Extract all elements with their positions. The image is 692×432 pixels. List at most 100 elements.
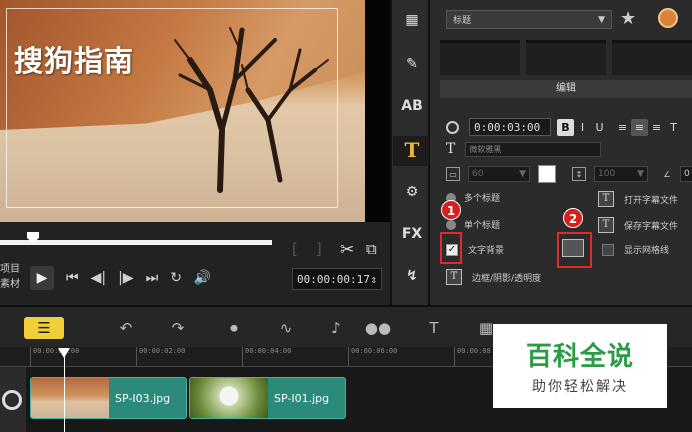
go-start-icon[interactable]: ⏮	[66, 270, 79, 286]
volume-icon[interactable]: 🔊	[194, 270, 211, 286]
clip-thumbnail	[31, 378, 109, 418]
preview-side-strip	[365, 0, 390, 222]
font-type-icon: T	[446, 141, 456, 157]
step-badge-2: 2	[563, 208, 583, 228]
italic-button[interactable]: I	[574, 119, 591, 136]
font-value: 微软雅黑	[469, 144, 502, 154]
mode-clip-label[interactable]: 素材	[0, 277, 20, 292]
multi-title-label: 多个标题	[464, 194, 501, 204]
spinner-icon[interactable]: ⇕	[370, 273, 377, 286]
timeline-clip[interactable]: SP-I03.jpg	[30, 377, 187, 419]
preset-dropdown[interactable]: 标题 ▼	[446, 10, 612, 29]
playhead-line	[64, 356, 65, 432]
font-field[interactable]: 微软雅黑	[465, 141, 602, 157]
preset-thumb[interactable]	[526, 40, 606, 75]
sound-mixer-icon[interactable]: ∿	[270, 317, 302, 339]
timeline-clip[interactable]: SP-I01.jpg	[189, 377, 346, 419]
font-row: T 微软雅黑	[446, 141, 602, 157]
redo-icon[interactable]: ↷	[162, 317, 194, 339]
duration-field[interactable]: 0:00:03:00	[469, 118, 551, 136]
rotate-icon: ∠	[663, 169, 671, 179]
line-spacing-field[interactable]: 100 ▼	[594, 166, 648, 182]
vertical-text-button[interactable]: T	[665, 119, 682, 136]
video-editor-window: 搜狗指南 [ ] ✂ ⧉ 项目 素材 ▶ ⏮ ◀| |▶ ⏭ ↻ 🔊 00:00…	[0, 0, 692, 432]
show-grid-checkbox[interactable]	[602, 243, 614, 256]
record-capture-icon[interactable]: ⏺	[218, 317, 250, 339]
favorite-star-icon[interactable]: ★	[620, 8, 636, 29]
show-grid-label: 显示网格线	[624, 246, 670, 256]
single-title-row: 单个标题	[446, 218, 500, 231]
media-icon[interactable]: ▦	[398, 6, 426, 34]
preview-video: 搜狗指南	[0, 0, 365, 222]
ruler-tick: 00:00:08	[454, 347, 491, 367]
font-size-value: 60	[472, 169, 484, 179]
path-icon[interactable]: ↯	[398, 262, 426, 290]
chevron-down-icon: ▼	[598, 14, 605, 25]
open-subtitle-icon[interactable]: T	[598, 191, 614, 207]
border-shadow-row: T 边框/阴影/透明度	[446, 269, 541, 285]
ruler-tick: 00:00:00:00	[30, 347, 79, 367]
clip-thumbnail	[190, 378, 268, 418]
underline-button[interactable]: U	[591, 119, 608, 136]
scrubber-track[interactable]	[0, 240, 272, 245]
transport-controls: ▶ ⏮ ◀| |▶ ⏭ ↻ 🔊	[30, 266, 211, 290]
prev-frame-icon[interactable]: ◀|	[91, 270, 106, 286]
align-right-button[interactable]: ≡	[648, 119, 665, 136]
repeat-icon[interactable]: ↻	[170, 270, 182, 286]
font-size-icon: ▭	[446, 167, 460, 181]
duration-value: 0:00:03:00	[474, 120, 541, 134]
mode-project-label[interactable]: 项目	[0, 262, 20, 277]
timecode-field[interactable]: 00:00:00:17 ⇕	[292, 268, 382, 290]
clip-label: SP-I03.jpg	[115, 391, 171, 405]
fx-icon[interactable]: FX	[398, 220, 426, 248]
preset-thumb[interactable]	[440, 40, 520, 75]
text-background-label: 文字背景	[468, 246, 505, 256]
single-title-radio[interactable]	[446, 219, 456, 230]
clock-icon	[446, 120, 459, 134]
step-badge-1: 1	[441, 200, 461, 220]
timecode-value: 00:00:00:17	[297, 272, 370, 286]
rotation-field[interactable]: 0	[680, 166, 692, 182]
film-reel-icon[interactable]	[2, 390, 22, 410]
open-subtitle-label[interactable]: 打开字幕文件	[624, 193, 678, 206]
border-shadow-label[interactable]: 边框/阴影/透明度	[472, 271, 541, 284]
line-spacing-value: 100	[598, 169, 616, 179]
graphics-icon[interactable]: ⚙	[398, 178, 426, 206]
font-color-swatch[interactable]	[538, 165, 556, 183]
copy-icon[interactable]: ⧉	[366, 240, 377, 258]
subtitle-editor-icon[interactable]: T	[418, 317, 450, 339]
play-icon[interactable]: ▶	[30, 266, 54, 290]
undo-icon[interactable]: ↶	[110, 317, 142, 339]
preset-thumb[interactable]	[612, 40, 692, 75]
single-title-label: 单个标题	[464, 221, 501, 231]
motion-tracking-icon[interactable]: ●●	[362, 317, 394, 339]
border-shadow-icon[interactable]: T	[446, 269, 462, 285]
next-frame-icon[interactable]: |▶	[118, 270, 133, 286]
save-subtitle-label[interactable]: 保存字幕文件	[624, 219, 678, 232]
font-size-field[interactable]: 60 ▼	[468, 166, 530, 182]
align-left-button[interactable]: ≡	[614, 119, 631, 136]
ruler-tick: 00:00:06:00	[348, 347, 397, 367]
tab-edit[interactable]: 编辑	[440, 80, 692, 98]
align-center-button[interactable]: ≡	[631, 118, 648, 136]
title-options-panel: 标题 ▼ ★ 编辑 0:00:03:00 B I U ≡ ≡ ≡ T T 微软雅…	[430, 0, 692, 305]
preview-panel: 搜狗指南 [ ] ✂ ⧉ 项目 素材 ▶ ⏮ ◀| |▶ ⏭ ↻ 🔊 00:00…	[0, 0, 390, 305]
auto-music-icon[interactable]: ♪	[320, 317, 352, 339]
transition-icon[interactable]: AB	[398, 92, 426, 120]
storyboard-view-button[interactable]: ☰	[24, 317, 64, 339]
go-end-icon[interactable]: ⏭	[146, 270, 159, 286]
open-subtitle-row: T 打开字幕文件	[598, 191, 678, 207]
instant-project-icon[interactable]: ✎	[398, 50, 426, 78]
options-gear-icon[interactable]	[658, 8, 678, 28]
watermark-logo: 百科全说 助你轻松解决	[493, 324, 667, 408]
save-subtitle-row: T 保存字幕文件	[598, 217, 678, 233]
overlay-title-text[interactable]: 搜狗指南	[14, 38, 134, 80]
preset-thumbnails	[440, 40, 692, 75]
bold-button[interactable]: B	[557, 118, 574, 136]
scissors-icon[interactable]: ✂	[340, 240, 354, 260]
watermark-sub: 助你轻松解决	[532, 379, 628, 395]
title-icon[interactable]: T	[398, 136, 426, 164]
save-subtitle-icon[interactable]: T	[598, 217, 614, 233]
mark-in-icon[interactable]: [	[292, 240, 298, 258]
mark-out-icon[interactable]: ]	[316, 240, 322, 258]
